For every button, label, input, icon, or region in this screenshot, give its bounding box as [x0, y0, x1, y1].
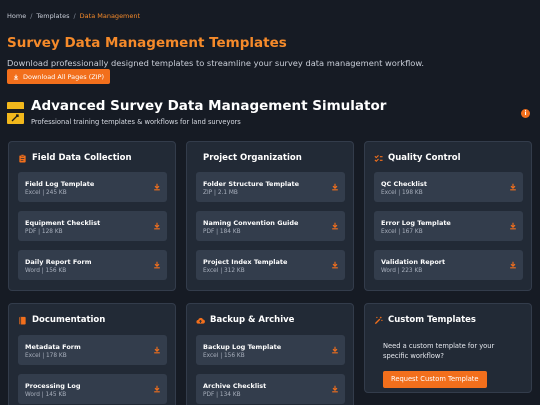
card-title: Documentation [32, 315, 106, 325]
template-name: Error Log Template [381, 219, 451, 227]
template-item-archive-checklist[interactable]: Archive Checklist PDF | 134 KB [196, 374, 345, 404]
download-icon[interactable] [509, 222, 517, 230]
template-meta: Word | 156 KB [25, 268, 67, 274]
template-name: Archive Checklist [203, 382, 267, 390]
breadcrumb-templates[interactable]: Templates [36, 12, 69, 20]
card-title: Backup & Archive [210, 315, 295, 325]
template-meta: Excel | 156 KB [203, 353, 245, 359]
custom-template-text: Need a custom template for your specific… [383, 342, 495, 360]
template-item-project-index[interactable]: Project Index Template Excel | 312 KB [196, 250, 345, 280]
template-item-backup-log[interactable]: Backup Log Template Excel | 156 KB [196, 335, 345, 365]
info-icon[interactable]: i [521, 109, 530, 118]
download-icon[interactable] [331, 183, 339, 191]
card-header: Backup & Archive [196, 315, 294, 325]
download-icon[interactable] [153, 183, 161, 191]
template-name: Folder Structure Template [203, 180, 300, 188]
simulator-title: Advanced Survey Data Management Simulato… [31, 98, 387, 114]
template-item-field-log[interactable]: Field Log Template Excel | 245 KB [18, 172, 167, 202]
check-list-icon [374, 154, 383, 162]
card-quality-control: Quality Control QC Checklist Excel | 198… [364, 141, 532, 291]
card-backup-archive: Backup & Archive Backup Log Template Exc… [186, 303, 354, 405]
cloud-upload-icon [196, 317, 205, 324]
template-meta: PDF | 134 KB [203, 392, 241, 398]
template-meta: PDF | 184 KB [203, 229, 241, 235]
template-name: Equipment Checklist [25, 219, 101, 227]
download-all-label: Download All Pages (ZIP) [23, 72, 105, 81]
template-item-processing-log[interactable]: Processing Log Word | 145 KB [18, 374, 167, 404]
template-meta: Excel | 245 KB [25, 190, 67, 196]
template-meta: Word | 223 KB [381, 268, 423, 274]
card-header: Field Data Collection [18, 153, 132, 163]
download-all-button[interactable]: Download All Pages (ZIP) [7, 69, 111, 84]
template-name: Daily Report Form [25, 258, 92, 266]
breadcrumb-separator: / [30, 12, 33, 20]
breadcrumb-home[interactable]: Home [7, 12, 26, 20]
download-icon[interactable] [153, 261, 161, 269]
simulator-subtitle: Professional training templates & workfl… [31, 118, 241, 126]
card-project-organization: Project Organization Folder Structure Te… [186, 141, 354, 291]
download-icon[interactable] [153, 222, 161, 230]
template-name: Validation Report [381, 258, 446, 266]
request-custom-template-button[interactable]: Request Custom Template [383, 371, 487, 388]
template-item-daily-report[interactable]: Daily Report Form Word | 156 KB [18, 250, 167, 280]
download-icon[interactable] [153, 346, 161, 354]
download-icon[interactable] [509, 261, 517, 269]
template-name: Naming Convention Guide [203, 219, 299, 227]
card-title: Custom Templates [388, 315, 476, 325]
download-icon[interactable] [331, 261, 339, 269]
template-meta: Word | 145 KB [25, 392, 67, 398]
template-name: Backup Log Template [203, 343, 282, 351]
download-icon[interactable] [331, 385, 339, 393]
card-title: Project Organization [203, 153, 302, 163]
card-custom-templates: Custom Templates Need a custom template … [364, 303, 532, 393]
template-item-qc-checklist[interactable]: QC Checklist Excel | 198 KB [374, 172, 523, 202]
breadcrumb-separator: / [73, 12, 76, 20]
card-header: Quality Control [374, 153, 461, 163]
template-name: QC Checklist [381, 180, 427, 188]
card-field-data-collection: Field Data Collection Field Log Template… [8, 141, 176, 291]
template-name: Field Log Template [25, 180, 95, 188]
card-documentation: Documentation Metadata Form Excel | 178 … [8, 303, 176, 405]
template-meta: Excel | 312 KB [203, 268, 245, 274]
download-icon [13, 74, 19, 80]
template-name: Metadata Form [25, 343, 81, 351]
magic-wand-icon [374, 316, 383, 324]
page-title: Survey Data Management Templates [7, 35, 287, 51]
card-title: Quality Control [388, 153, 461, 163]
template-meta: ZIP | 2.1 MB [203, 190, 238, 196]
page-subtitle: Download professionally designed templat… [7, 58, 425, 68]
template-meta: PDF | 128 KB [25, 229, 63, 235]
download-icon[interactable] [331, 346, 339, 354]
template-item-equipment-checklist[interactable]: Equipment Checklist PDF | 128 KB [18, 211, 167, 241]
simulator-logo [7, 102, 24, 124]
breadcrumb: Home / Templates / Data Management [7, 12, 140, 20]
clipboard-icon [19, 153, 26, 163]
template-item-error-log[interactable]: Error Log Template Excel | 167 KB [374, 211, 523, 241]
template-name: Project Index Template [203, 258, 288, 266]
template-item-metadata-form[interactable]: Metadata Form Excel | 178 KB [18, 335, 167, 365]
template-item-validation-report[interactable]: Validation Report Word | 223 KB [374, 250, 523, 280]
card-header: Project Organization [203, 153, 302, 163]
simulator-header: Advanced Survey Data Management Simulato… [7, 98, 532, 128]
template-meta: Excel | 198 KB [381, 190, 423, 196]
card-header: Custom Templates [374, 315, 476, 325]
template-meta: Excel | 167 KB [381, 229, 423, 235]
card-title: Field Data Collection [32, 153, 132, 163]
download-icon[interactable] [331, 222, 339, 230]
template-name: Processing Log [25, 382, 81, 390]
template-meta: Excel | 178 KB [25, 353, 67, 359]
template-item-folder-structure[interactable]: Folder Structure Template ZIP | 2.1 MB [196, 172, 345, 202]
download-icon[interactable] [509, 183, 517, 191]
card-header: Documentation [18, 315, 105, 325]
book-icon [19, 316, 26, 325]
breadcrumb-current: Data Management [79, 12, 141, 20]
download-icon[interactable] [153, 385, 161, 393]
template-item-naming-convention[interactable]: Naming Convention Guide PDF | 184 KB [196, 211, 345, 241]
